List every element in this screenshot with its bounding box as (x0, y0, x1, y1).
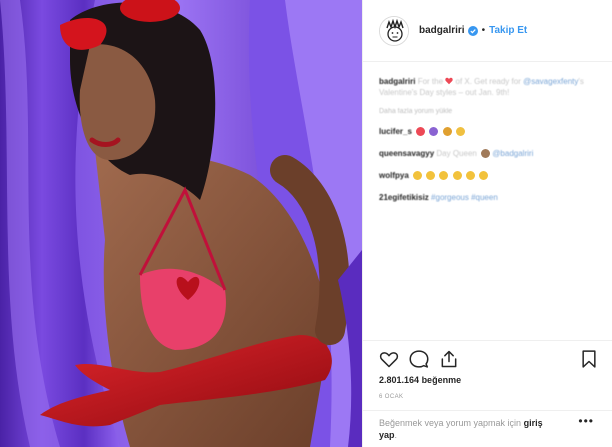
comment-username[interactable]: 21egifetikisiz (379, 193, 429, 202)
face-emoji-icon (479, 171, 489, 180)
caption-mention[interactable]: @savagexfenty (523, 77, 578, 86)
red-heart-icon (445, 77, 453, 85)
comment-hashtags[interactable]: #gorgeous #queen (431, 193, 498, 202)
comment-button[interactable] (409, 349, 429, 369)
action-bar (363, 340, 612, 374)
caption-username[interactable]: badgalriri (379, 77, 415, 86)
share-upload-icon (441, 350, 457, 368)
comment-username[interactable]: queensavagyy (379, 149, 434, 158)
post-date: 6 OCAK (379, 394, 404, 400)
face-emoji-icon (481, 149, 491, 158)
post-side-panel: badgalriri • Takip Et badgalriri For the… (362, 0, 612, 447)
face-emoji-icon (413, 171, 423, 180)
likes-count[interactable]: 2.801.164 beğenme (379, 375, 461, 385)
header-username[interactable]: badgalriri (419, 25, 465, 36)
heart-emoji-icon (416, 127, 426, 136)
likes-number: 2.801.164 (379, 375, 420, 385)
verified-badge-icon (467, 25, 478, 36)
face-emoji-icon (426, 171, 436, 180)
instagram-post: badgalriri • Takip Et badgalriri For the… (0, 0, 612, 447)
post-header: badgalriri • Takip Et (363, 0, 612, 62)
login-text: Beğenmek veya yorum yapmak için (379, 418, 522, 428)
face-emoji-icon (439, 171, 449, 180)
follow-button[interactable]: Takip Et (489, 25, 527, 36)
share-button[interactable] (439, 349, 459, 369)
header-separator: • (481, 25, 486, 36)
face-emoji-icon (455, 127, 465, 136)
likes-label: beğenme (421, 375, 462, 385)
comment-item: queensavagyy Day Queen @badgalriri (379, 149, 599, 159)
face-emoji-icon (465, 171, 475, 180)
comment-item: lucifer_s (379, 127, 599, 137)
comment-icon (409, 350, 429, 368)
login-prompt: Beğenmek veya yorum yapmak için giriş ya… (363, 410, 612, 447)
login-link-continued[interactable]: yap (379, 430, 395, 440)
comment-username[interactable]: wolfpya (379, 171, 409, 180)
avatar-face-icon (380, 16, 408, 45)
more-options-icon[interactable]: ••• (578, 414, 594, 428)
save-button[interactable] (579, 349, 599, 369)
heart-icon (379, 352, 399, 368)
face-emoji-icon (442, 127, 452, 136)
avatar[interactable] (379, 15, 409, 46)
load-more-comments[interactable]: Daha fazla yorum yükle (379, 108, 599, 115)
login-link[interactable]: giriş (524, 418, 543, 428)
comment-mention[interactable]: @badgalriri (492, 149, 533, 158)
comments-list: badgalriri For the of X. Get ready for @… (363, 62, 612, 340)
purple-heart-emoji-icon (429, 127, 439, 136)
bookmark-icon (582, 350, 596, 368)
like-button[interactable] (379, 349, 399, 369)
comment-username[interactable]: lucifer_s (379, 127, 412, 136)
caption-text-after: of X. Get ready for (455, 77, 521, 86)
post-photo[interactable] (0, 0, 362, 447)
caption: badgalriri For the of X. Get ready for @… (379, 76, 599, 98)
comment-item: wolfpya (379, 171, 599, 181)
caption-text-before: For the (417, 77, 444, 86)
login-period: . (394, 430, 398, 440)
face-emoji-icon (452, 171, 462, 180)
comment-text: Day Queen (436, 149, 477, 158)
comment-item: 21egifetikisiz #gorgeous #queen (379, 193, 599, 203)
photo-illustration (0, 0, 362, 447)
